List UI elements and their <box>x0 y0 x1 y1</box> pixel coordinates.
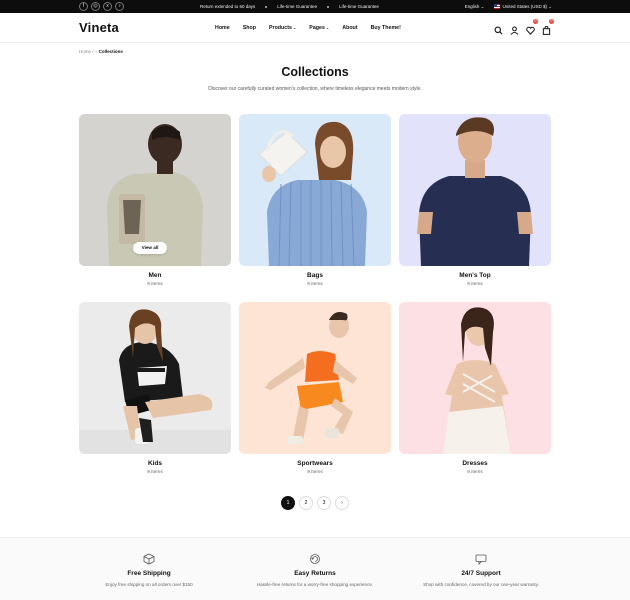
language-select[interactable]: English ⌄ <box>465 4 485 10</box>
collection-count: 9 items <box>467 282 483 287</box>
breadcrumb-current: Collections <box>98 49 123 54</box>
feature-desc: Enjoy free shipping on all orders over $… <box>105 582 193 587</box>
feature-easy-returns: Easy Returns Hassle-free returns for a w… <box>245 552 385 589</box>
feature-title: Free Shipping <box>127 570 171 577</box>
user-icon[interactable] <box>510 22 519 35</box>
nav-pages[interactable]: Pages⌄ <box>309 25 329 31</box>
feature-title: Easy Returns <box>294 570 336 577</box>
collection-card-bags[interactable]: Bags 9 items <box>239 114 391 287</box>
breadcrumb-home[interactable]: Home <box>79 49 91 54</box>
wishlist-button[interactable]: 0 <box>526 19 538 35</box>
announcement-text: Life-time Guarantee <box>277 4 318 9</box>
chevron-down-icon: ⌄ <box>292 25 297 30</box>
search-icon[interactable] <box>494 22 503 35</box>
collection-card-mens-top[interactable]: Men's Top 9 items <box>399 114 551 287</box>
nav-about[interactable]: About <box>342 25 357 31</box>
header-actions: 0 0 <box>494 19 554 35</box>
collection-card-dresses[interactable]: Dresses 9 items <box>399 302 551 475</box>
separator-dot <box>327 5 330 8</box>
feature-desc: Hassle-free returns for a worry-free sho… <box>256 582 374 587</box>
breadcrumb: Home / – Collections <box>79 49 123 54</box>
collection-name[interactable]: Bags <box>239 272 391 279</box>
cart-count-badge: 0 <box>549 19 554 24</box>
collection-count: 9 items <box>307 282 323 287</box>
collection-count: 9 items <box>467 470 483 475</box>
page-subtitle: Discover our carefully curated women's c… <box>208 86 422 92</box>
region-select[interactable]: United States (USD $) ⌄ <box>494 4 552 10</box>
heart-icon <box>526 26 535 35</box>
social-links: f ◎ x ♪ <box>79 2 124 11</box>
collection-name[interactable]: Men <box>79 272 231 279</box>
feature-free-shipping: Free Shipping Enjoy free shipping on all… <box>79 552 219 589</box>
announcement-text: Return extended to 60 days <box>200 4 256 9</box>
main-nav: Home Shop Products⌄ Pages⌄ About Buy The… <box>215 13 414 43</box>
collection-image-men[interactable]: View all <box>79 114 231 266</box>
page-3-button[interactable]: 3 <box>317 496 331 510</box>
collection-image-kids[interactable] <box>79 302 231 454</box>
pagination: 1 2 3 › <box>281 496 349 510</box>
site-logo[interactable]: Vineta <box>79 20 119 35</box>
collection-count: 9 items <box>307 470 323 475</box>
site-header: Vineta Home Shop Products⌄ Pages⌄ About … <box>0 13 630 43</box>
collection-name[interactable]: Kids <box>79 460 231 467</box>
chevron-down-icon: ⌄ <box>325 25 330 30</box>
breadcrumb-separator: / <box>92 49 94 54</box>
bag-icon <box>542 25 551 35</box>
collection-image-sportwears[interactable] <box>239 302 391 454</box>
announcement-text: Life-time Guarantee <box>339 4 379 9</box>
collection-image-bags[interactable] <box>239 114 391 266</box>
bags-model-image <box>239 114 391 266</box>
collection-count: 9 items <box>147 282 163 287</box>
collection-card-sportwears[interactable]: Sportwears 9 items <box>239 302 391 475</box>
x-icon[interactable]: x <box>103 2 112 11</box>
tiktok-icon[interactable]: ♪ <box>115 2 124 11</box>
locale-selectors: English ⌄ United States (USD $) ⌄ <box>465 0 552 13</box>
nav-shop[interactable]: Shop <box>243 25 256 31</box>
collection-name[interactable]: Sportwears <box>239 460 391 467</box>
feature-support: 24/7 Support Shop with confidence, cover… <box>411 552 551 589</box>
return-icon <box>309 552 321 564</box>
collection-image-dresses[interactable] <box>399 302 551 454</box>
collection-name[interactable]: Men's Top <box>399 272 551 279</box>
feature-title: 24/7 Support <box>461 570 501 577</box>
kids-model-image <box>79 302 231 454</box>
box-icon <box>143 552 155 565</box>
chat-icon <box>475 552 487 565</box>
view-all-button[interactable]: View all <box>133 242 167 254</box>
page-1-button[interactable]: 1 <box>281 496 295 510</box>
collection-card-men[interactable]: View all Men 9 items <box>79 114 231 287</box>
collection-card-kids[interactable]: Kids 9 items <box>79 302 231 475</box>
announcement-messages: Return extended to 60 days Life-time Gua… <box>200 0 379 13</box>
breadcrumb-dash: – <box>94 49 98 54</box>
sportwears-model-image <box>239 302 391 454</box>
dresses-model-image <box>399 302 551 454</box>
cart-button[interactable]: 0 <box>542 19 554 35</box>
nav-buy-theme[interactable]: Buy Theme! <box>371 25 401 31</box>
mens-top-model-image <box>399 114 551 266</box>
separator-dot <box>265 5 268 8</box>
announcement-bar: f ◎ x ♪ Return extended to 60 days Life-… <box>0 0 630 13</box>
features-strip: Free Shipping Enjoy free shipping on all… <box>0 537 630 600</box>
next-page-button[interactable]: › <box>335 496 349 510</box>
wishlist-count-badge: 0 <box>533 19 538 24</box>
feature-desc: Shop with confidence, covered by our one… <box>423 582 539 587</box>
collection-image-mens-top[interactable] <box>399 114 551 266</box>
us-flag-icon <box>494 3 501 9</box>
instagram-icon[interactable]: ◎ <box>91 2 100 11</box>
page-2-button[interactable]: 2 <box>299 496 313 510</box>
facebook-icon[interactable]: f <box>79 2 88 11</box>
collection-name[interactable]: Dresses <box>399 460 551 467</box>
collection-count: 9 items <box>147 470 163 475</box>
page-title: Collections <box>281 65 349 79</box>
nav-home[interactable]: Home <box>215 25 230 31</box>
nav-products[interactable]: Products⌄ <box>269 25 296 31</box>
